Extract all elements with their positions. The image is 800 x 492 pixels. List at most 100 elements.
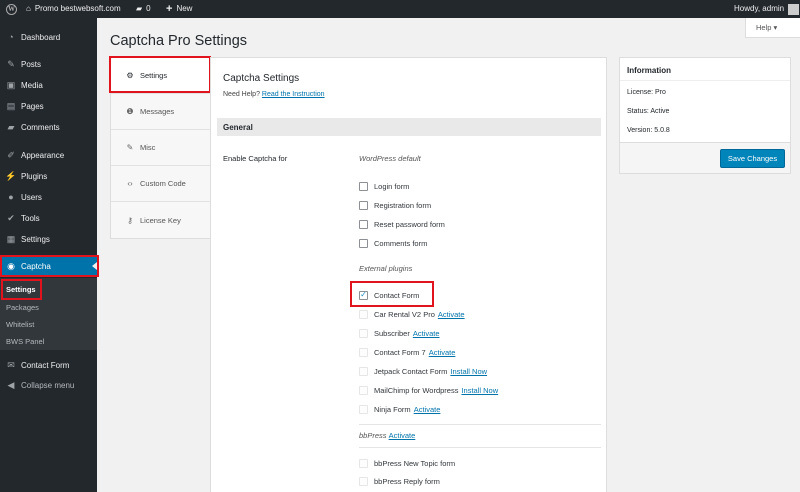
install-now-link[interactable]: Install Now xyxy=(450,367,487,376)
user-icon: ● xyxy=(8,192,14,202)
information-box: Information License: Pro Status: Active … xyxy=(619,57,791,174)
divider xyxy=(359,447,601,448)
option-bbpress-new-topic: bbPress New Topic form xyxy=(359,457,455,469)
tab-misc[interactable]: ✎ Misc xyxy=(111,130,210,166)
wordpress-default-heading: WordPress default xyxy=(359,154,421,163)
activate-link[interactable]: Activate xyxy=(429,348,456,357)
submenu-packages[interactable]: Packages xyxy=(6,303,39,312)
highlight-contact-form-option xyxy=(350,281,434,307)
highlight-settings-tab xyxy=(109,56,211,93)
install-now-link[interactable]: Install Now xyxy=(461,386,498,395)
activate-link[interactable]: Activate xyxy=(414,405,441,414)
page-icon: ▤ xyxy=(6,100,16,111)
wrench-icon: ✎ xyxy=(126,143,134,152)
bbpress-heading: bbPress Activate xyxy=(359,431,416,440)
brush-icon: ✐ xyxy=(7,149,15,160)
highlight-settings-submenu xyxy=(1,279,42,300)
external-plugins-heading: External plugins xyxy=(359,264,413,273)
checkbox[interactable] xyxy=(359,219,368,229)
option-contact-form-7: Contact Form 7 Activate xyxy=(359,346,455,358)
menu-comments[interactable]: ▰ Comments xyxy=(0,118,97,136)
menu-tools[interactable]: ✔ Tools xyxy=(0,209,97,227)
option-subscriber: Subscriber Activate xyxy=(359,327,440,339)
menu-pages[interactable]: ▤ Pages xyxy=(0,97,97,115)
option-reset-password-form[interactable]: Reset password form xyxy=(359,218,445,230)
submenu-whitelist[interactable]: Whitelist xyxy=(6,320,34,329)
tab-messages[interactable]: ❶ Messages xyxy=(111,94,210,130)
checkbox-disabled xyxy=(359,458,368,468)
comment-icon: ▰ xyxy=(7,121,15,132)
checkbox[interactable] xyxy=(359,200,368,210)
checkbox[interactable] xyxy=(359,238,368,248)
key-icon: ⚷ xyxy=(127,215,133,225)
option-comments-form[interactable]: Comments form xyxy=(359,237,427,249)
comment-bubble-icon: ▰ xyxy=(136,4,143,13)
submenu-bws-panel[interactable]: BWS Panel xyxy=(6,337,44,346)
menu-appearance[interactable]: ✐ Appearance xyxy=(0,146,97,164)
checkbox[interactable] xyxy=(359,181,368,191)
tab-custom-code[interactable]: ‹› Custom Code xyxy=(111,166,210,202)
menu-media[interactable]: ▣ Media xyxy=(0,76,97,94)
menu-posts[interactable]: ✎ Posts xyxy=(0,55,97,73)
section-general: General xyxy=(217,118,601,136)
checkbox-disabled xyxy=(359,366,368,376)
home-icon: ⌂ xyxy=(26,4,31,13)
plus-icon: + xyxy=(166,3,173,15)
bbpress-activate-link[interactable]: Activate xyxy=(389,431,416,440)
new-content-link[interactable]: + New xyxy=(166,0,192,18)
menu-plugins[interactable]: ⚡ Plugins xyxy=(0,167,97,185)
version-text: Version: 5.0.8 xyxy=(627,127,670,134)
activate-link[interactable]: Activate xyxy=(438,310,465,319)
admin-bar: W ⌂ Promo bestwebsoft.com ▰ 0 + New Howd… xyxy=(0,0,800,18)
avatar xyxy=(788,3,800,15)
media-icon: ▣ xyxy=(6,79,16,90)
collapse-icon: ◀ xyxy=(7,379,15,390)
option-registration-form[interactable]: Registration form xyxy=(359,199,431,211)
option-jetpack-contact-form: Jetpack Contact Form Install Now xyxy=(359,365,487,377)
menu-dashboard[interactable]: ◔ Dashboard xyxy=(0,28,97,46)
info-title: Information xyxy=(627,66,671,75)
info-footer: Save Changes xyxy=(620,142,790,173)
wrench-icon: ✔ xyxy=(7,212,15,223)
menu-settings[interactable]: ▦ Settings xyxy=(0,230,97,248)
checkbox-disabled xyxy=(359,404,368,414)
divider xyxy=(620,80,790,81)
site-name-link[interactable]: ⌂ Promo bestwebsoft.com xyxy=(26,0,121,18)
info-icon: ❶ xyxy=(126,107,134,116)
plug-icon: ⚡ xyxy=(5,170,17,181)
code-icon: ‹› xyxy=(127,179,133,188)
wordpress-logo-icon[interactable]: W xyxy=(6,0,17,18)
account-menu[interactable]: Howdy, admin xyxy=(734,0,800,18)
option-bbpress-reply: bbPress Reply form xyxy=(359,475,440,487)
divider xyxy=(359,424,601,425)
activate-link[interactable]: Activate xyxy=(413,329,440,338)
comments-link[interactable]: ▰ 0 xyxy=(136,0,151,18)
sliders-icon: ▦ xyxy=(6,233,16,244)
panel-title: Captcha Settings xyxy=(223,73,300,84)
help-button[interactable]: Help ▾ xyxy=(745,18,800,38)
checkbox-disabled xyxy=(359,385,368,395)
collapse-menu-button[interactable]: ◀ Collapse menu xyxy=(0,376,97,394)
option-login-form[interactable]: Login form xyxy=(359,180,409,192)
menu-contact-form[interactable]: ✉ Contact Form xyxy=(0,356,97,374)
pin-icon: ✎ xyxy=(7,58,15,69)
tab-license-key[interactable]: ⚷ License Key xyxy=(111,202,210,238)
menu-users[interactable]: ● Users xyxy=(0,188,97,206)
highlight-captcha-menu xyxy=(0,255,99,277)
checkbox-disabled xyxy=(359,328,368,338)
settings-panel: Captcha Settings Need Help? Read the Ins… xyxy=(210,57,607,492)
save-changes-button[interactable]: Save Changes xyxy=(720,149,785,168)
mail-icon: ✉ xyxy=(7,359,15,370)
checkbox-disabled xyxy=(359,476,368,486)
page-title: Captcha Pro Settings xyxy=(110,33,248,49)
instruction-link[interactable]: Read the Instruction xyxy=(262,91,325,98)
license-text: License: Pro xyxy=(627,89,666,96)
option-car-rental: Car Rental V2 Pro Activate xyxy=(359,308,465,320)
help-line: Need Help? Read the Instruction xyxy=(223,91,325,98)
enable-captcha-label: Enable Captcha for xyxy=(223,154,288,163)
dashboard-icon: ◔ xyxy=(8,32,14,42)
status-text: Status: Active xyxy=(627,108,670,115)
option-ninja-form: Ninja Form Activate xyxy=(359,403,440,415)
checkbox-disabled xyxy=(359,309,368,319)
option-mailchimp: MailChimp for Wordpress Install Now xyxy=(359,384,498,396)
